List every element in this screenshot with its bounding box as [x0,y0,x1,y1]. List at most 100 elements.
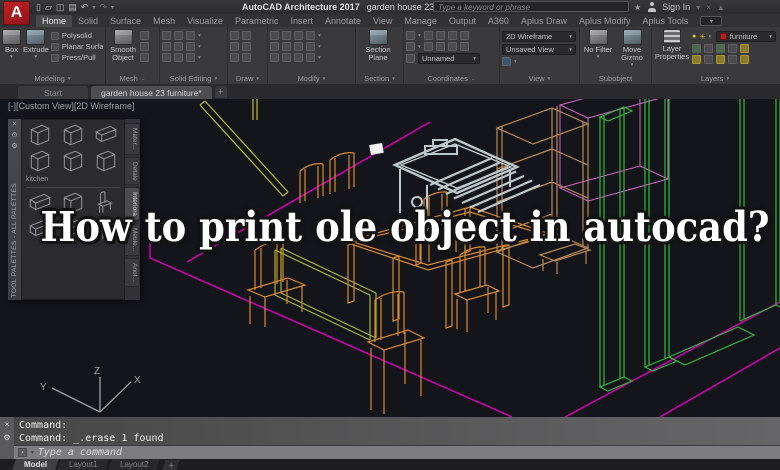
tab-layout2[interactable]: Layout2 [108,459,160,470]
sign-in-button[interactable]: Sign In [662,2,690,12]
qat-customize-icon[interactable]: ▾ [111,4,114,11]
box-button[interactable]: Box ▾ [2,29,21,59]
command-customize-icon[interactable]: ⚙ [3,433,10,442]
panel-caption-draw[interactable]: Draw▾ [230,73,265,84]
command-prompt-icon[interactable]: › [18,448,27,457]
palette-close-icon[interactable]: × [12,121,16,129]
draw-tool-icon[interactable] [242,42,251,51]
palette-item-cabinet[interactable] [60,149,86,173]
ribbon-display-toggle-icon[interactable]: ▾ [700,16,722,26]
solid-edit-icon[interactable] [162,42,171,51]
ucs-tool-icon[interactable] [436,42,445,51]
panel-caption-section[interactable]: Section▾ [358,73,401,84]
modify-tool-icon[interactable] [306,53,315,62]
palette-item-sink[interactable] [93,123,119,147]
panel-caption-modify[interactable]: Modify▾ [270,73,353,84]
tab-visualize[interactable]: Visualize [181,15,229,27]
tab-parametric[interactable]: Parametric [229,15,285,27]
tab-aplus-modify[interactable]: Aplus Modify [573,15,637,27]
layer-tool-icon[interactable] [704,44,713,53]
layer-tool-icon[interactable] [716,55,725,64]
new-file-icon[interactable]: ▯ [36,1,41,13]
tab-layout1[interactable]: Layout1 [57,459,109,470]
solid-edit-icon[interactable] [174,53,183,62]
modify-tool-icon[interactable] [282,53,291,62]
draw-tool-icon[interactable] [230,42,239,51]
viewport-controls[interactable]: [-][Custom View][2D Wireframe] [8,101,134,111]
draw-tool-icon[interactable] [242,53,251,62]
new-drawing-button[interactable]: + [215,86,227,98]
command-input[interactable]: › ▾ Type a command [14,446,780,459]
ucs-tool-icon[interactable] [406,54,415,63]
ucs-tool-icon[interactable] [424,42,433,51]
sign-in-dropdown-icon[interactable]: ▾ [696,3,700,12]
tab-annotate[interactable]: Annotate [319,15,367,27]
layer-properties-button[interactable]: Layer Properties [654,29,690,61]
layer-lock-icon[interactable]: ◐ [709,33,713,40]
tab-surface[interactable]: Surface [104,15,147,27]
plot-icon[interactable]: ▤ [68,1,77,13]
layer-tool-icon[interactable] [740,44,749,53]
save-icon[interactable]: ◫ [56,1,65,13]
a360-icon[interactable]: ▲ [717,3,725,12]
ucs-tool-icon[interactable] [460,42,469,51]
tab-manage[interactable]: Manage [398,15,443,27]
tab-view[interactable]: View [367,15,398,27]
palette-item-cabinet[interactable] [93,149,119,173]
command-history[interactable]: Command: Command: _.erase 1 found [14,417,780,446]
undo-dropdown-icon[interactable]: ▾ [92,4,95,11]
tab-model[interactable]: Model [12,459,59,470]
solid-edit-icon[interactable] [186,31,195,40]
layer-tool-icon[interactable] [692,44,701,53]
search-favorites-icon[interactable]: ★ [634,3,641,12]
modify-tool-icon[interactable] [294,42,303,51]
planar-surface-button[interactable]: Planar Surface [51,42,103,51]
solid-edit-icon[interactable] [174,31,183,40]
visual-style-combo[interactable]: 2D Wireframe▾ [502,31,576,42]
ucs-tool-icon[interactable] [406,42,415,51]
undo-icon[interactable]: ↶ [81,1,89,13]
modify-tool-icon[interactable] [282,42,291,51]
tab-output[interactable]: Output [443,15,482,27]
solid-edit-icon[interactable] [162,31,171,40]
exchange-apps-icon[interactable]: × [706,3,711,12]
infocenter-search-input[interactable]: Type a keyword or phrase [433,1,629,12]
ucs-tool-icon[interactable] [448,31,457,40]
command-recent-icon[interactable]: ▾ [31,450,34,456]
palette-tab-materials[interactable]: Mater... [125,123,140,155]
command-close-icon[interactable]: × [5,420,10,429]
drawing-canvas[interactable]: [-][Custom View][2D Wireframe] [0,99,780,417]
mesh-tool-icon[interactable] [140,31,149,40]
layer-tool-icon[interactable] [716,44,725,53]
modify-tool-icon[interactable] [294,53,303,62]
modify-tool-icon[interactable] [270,53,279,62]
layer-combo[interactable]: furniture ▾ [716,31,776,42]
new-layout-button[interactable]: + [162,460,179,470]
ucs-tool-icon[interactable] [448,42,457,51]
modify-tool-icon[interactable] [270,31,279,40]
modify-tool-icon[interactable] [282,31,291,40]
palette-item-cabinet[interactable] [27,123,53,147]
ucs-tool-icon[interactable] [460,31,469,40]
open-file-icon[interactable]: ▱ [45,1,52,13]
palette-item-cabinet[interactable] [60,123,86,147]
layer-tool-icon[interactable] [704,55,713,64]
section-plane-button[interactable]: Section Plane [358,29,398,62]
solid-edit-icon[interactable] [174,42,183,51]
solid-edit-icon[interactable] [186,53,195,62]
named-view-combo[interactable]: Unsaved View▾ [502,44,576,55]
layer-tool-icon[interactable] [740,55,749,64]
tab-mesh[interactable]: Mesh [147,15,181,27]
layer-tool-icon[interactable] [692,55,701,64]
modify-tool-icon[interactable] [306,42,315,51]
tab-start[interactable]: Start [18,86,88,99]
tab-home[interactable]: Home [36,15,72,27]
panel-caption-view[interactable]: View▾ [502,73,577,84]
palette-tab-anot[interactable]: Anot... [125,258,140,287]
extrude-button[interactable]: Extrude ▾ [23,29,49,59]
palette-autohide-icon[interactable]: ⊙ [12,132,18,140]
tab-drawing[interactable]: garden house 23 furniture* [91,86,212,99]
tab-aplus-tools[interactable]: Aplus Tools [637,15,695,27]
solid-edit-icon[interactable] [186,42,195,51]
tab-aplus-draw[interactable]: Aplus Draw [515,15,573,27]
